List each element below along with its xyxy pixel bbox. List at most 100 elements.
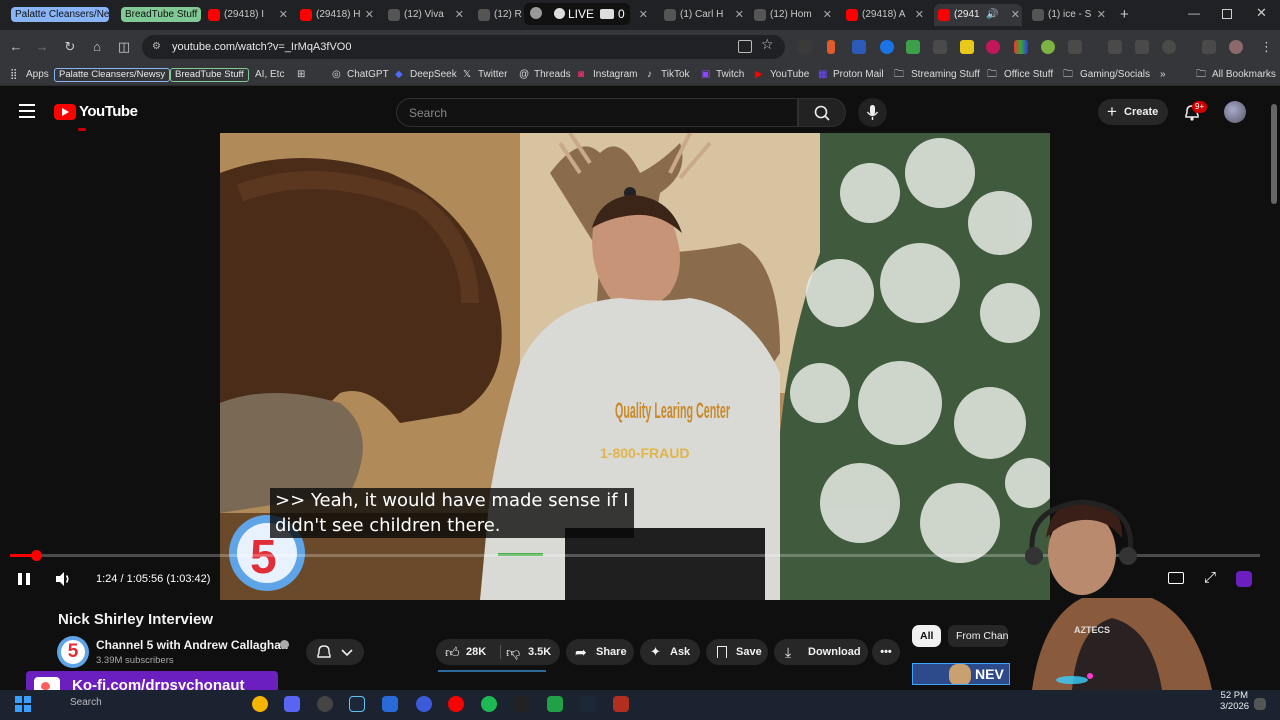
extension-player-icon[interactable] (1236, 571, 1252, 587)
app-taskbar-icon-5[interactable] (613, 696, 629, 712)
bookmark-star-icon[interactable]: ☆ (761, 36, 774, 53)
bookmark-tiktok[interactable]: TikTok (661, 68, 690, 82)
tab-7[interactable]: (29418) A ✕ (842, 4, 926, 26)
close-icon[interactable]: ✕ (1097, 4, 1106, 26)
bookmark-ai[interactable]: AI, Etc (255, 68, 284, 82)
recommended-thumbnail[interactable]: NEV (912, 663, 1010, 685)
close-icon[interactable]: ✕ (455, 4, 464, 26)
extension-icon-3[interactable] (852, 40, 866, 54)
subscribe-notifications-button[interactable] (306, 639, 364, 665)
volume-button[interactable] (54, 571, 72, 592)
bookmark-proton-mail[interactable]: Proton Mail (833, 68, 884, 82)
tab-2[interactable]: (29418) H ✕ (296, 4, 376, 26)
close-icon[interactable]: ✕ (915, 4, 924, 26)
channel-avatar[interactable]: 5 (57, 636, 89, 668)
tab-5[interactable]: (1) Carl H ✕ (660, 4, 746, 26)
taskbar-search[interactable]: Search (70, 697, 102, 708)
close-icon[interactable]: ✕ (639, 4, 648, 26)
window-close-icon[interactable]: ✕ (1256, 5, 1267, 21)
search-input[interactable]: Search (396, 98, 798, 127)
address-bar[interactable]: ⚙ youtube.com/watch?v=_IrMqA3fVO0 ☆ (142, 35, 785, 59)
tab-8-active[interactable]: (2941 🔊 ✕ (934, 4, 1022, 26)
close-icon[interactable]: ✕ (823, 4, 832, 26)
tab-9[interactable]: (1) ice - S ✕ (1028, 4, 1108, 26)
tab-1[interactable]: (29418) I ✕ (204, 4, 290, 26)
thumbs-down-icon[interactable]: 👎︎ (506, 639, 520, 665)
steam-taskbar-icon-2[interactable] (580, 696, 596, 712)
home-icon[interactable]: ⌂ (89, 39, 105, 55)
more-bookmarks-icon[interactable]: » (1160, 68, 1166, 82)
site-info-icon[interactable]: ⚙ (152, 41, 164, 53)
bookmark-deepseek[interactable]: DeepSeek (410, 68, 457, 82)
clock[interactable]: 52 PM 3/2026 (1220, 690, 1249, 712)
tab-6[interactable]: (12) Hom ✕ (750, 4, 834, 26)
bookmark-folder-streaming[interactable]: Streaming Stuff (911, 68, 980, 82)
bookmark-folder-office[interactable]: Office Stuff (1004, 68, 1053, 82)
windows-start-icon[interactable] (15, 696, 31, 712)
notification-center-icon[interactable] (1254, 698, 1266, 710)
bookmark-chatgpt[interactable]: ChatGPT (347, 68, 389, 82)
bookmark-youtube[interactable]: YouTube (770, 68, 809, 82)
close-icon[interactable]: ✕ (365, 4, 374, 26)
tab-3[interactable]: (12) Viva ✕ (384, 4, 466, 26)
install-app-icon[interactable] (738, 40, 752, 53)
download-button[interactable]: ⤓ Download (774, 639, 868, 665)
maximize-icon[interactable] (1222, 9, 1232, 19)
grid-icon[interactable]: ⊞ (297, 68, 305, 82)
extension-icon-5[interactable] (906, 40, 920, 54)
scrubber-handle[interactable] (31, 550, 43, 561)
close-icon[interactable]: ✕ (735, 4, 744, 26)
forward-icon[interactable]: → (34, 39, 50, 55)
url-text[interactable]: youtube.com/watch?v=_IrMqA3fVO0 (172, 35, 351, 59)
save-button[interactable]: Save (706, 639, 768, 665)
app-taskbar-icon-4[interactable] (547, 696, 563, 712)
back-icon[interactable]: ← (8, 39, 24, 55)
tab-group-palatte[interactable]: Palatte Cleansers/News (11, 7, 109, 22)
chip-from-channel[interactable]: From Chan (948, 625, 1008, 647)
discord-taskbar-icon[interactable] (284, 696, 300, 712)
apps-grid-icon[interactable]: ⣿ (10, 68, 17, 82)
extension-icon-7[interactable] (960, 40, 974, 54)
extension-icon-4[interactable] (880, 40, 894, 54)
dislike-count[interactable]: 3.5K (528, 639, 551, 665)
bookmark-instagram[interactable]: Instagram (593, 68, 637, 82)
extension-icon-1[interactable] (798, 40, 812, 54)
browser-menu-icon[interactable]: ⋮ (1260, 39, 1273, 55)
app-taskbar-icon-2[interactable] (416, 696, 432, 712)
audio-icon[interactable]: 🔊 (986, 4, 998, 26)
history-icon[interactable] (1162, 40, 1176, 54)
pause-button[interactable] (17, 572, 31, 591)
close-icon[interactable]: ✕ (279, 4, 288, 26)
search-button[interactable] (798, 98, 846, 127)
extension-icon-10[interactable] (1041, 40, 1055, 54)
page-scrollbar[interactable] (1268, 94, 1278, 690)
new-tab-icon[interactable]: + (1120, 6, 1129, 23)
cast-icon[interactable] (1108, 40, 1122, 54)
app-taskbar-icon-1[interactable] (382, 696, 398, 712)
tab-4-close[interactable]: ✕ (634, 4, 648, 26)
app-taskbar-icon-3[interactable] (514, 696, 530, 712)
like-count[interactable]: 28K (466, 639, 486, 665)
tab-4[interactable]: (12) R (474, 4, 526, 26)
close-icon[interactable]: ✕ (1011, 4, 1020, 26)
youtube-logo-text[interactable]: YouTube (79, 103, 138, 120)
youtube-taskbar-icon[interactable] (448, 696, 464, 712)
extension-icon-2[interactable] (827, 40, 835, 54)
all-bookmarks[interactable]: All Bookmarks (1212, 68, 1276, 82)
split-view-icon[interactable]: ◫ (116, 39, 132, 55)
spotify-taskbar-icon[interactable] (481, 696, 497, 712)
chrome-taskbar-icon[interactable] (252, 696, 268, 712)
share-button[interactable]: ➦ Share (566, 639, 634, 665)
bookmark-twitch[interactable]: Twitch (716, 68, 744, 82)
extension-icon-8[interactable] (986, 40, 1000, 54)
apps-bookmark[interactable]: Apps (26, 68, 49, 82)
create-button[interactable]: + Create (1098, 99, 1168, 125)
extensions-puzzle-icon[interactable] (1068, 40, 1082, 54)
voice-search-button[interactable] (858, 98, 887, 127)
sidebar-icon[interactable] (1135, 40, 1149, 54)
thumbs-up-icon[interactable]: 👍︎ (445, 639, 460, 665)
steam-taskbar-icon[interactable] (349, 696, 365, 712)
obs-taskbar-icon[interactable] (317, 696, 333, 712)
ask-button[interactable]: ✦ Ask (640, 639, 700, 665)
tab-group-breadtube[interactable]: BreadTube Stuff (121, 7, 202, 22)
